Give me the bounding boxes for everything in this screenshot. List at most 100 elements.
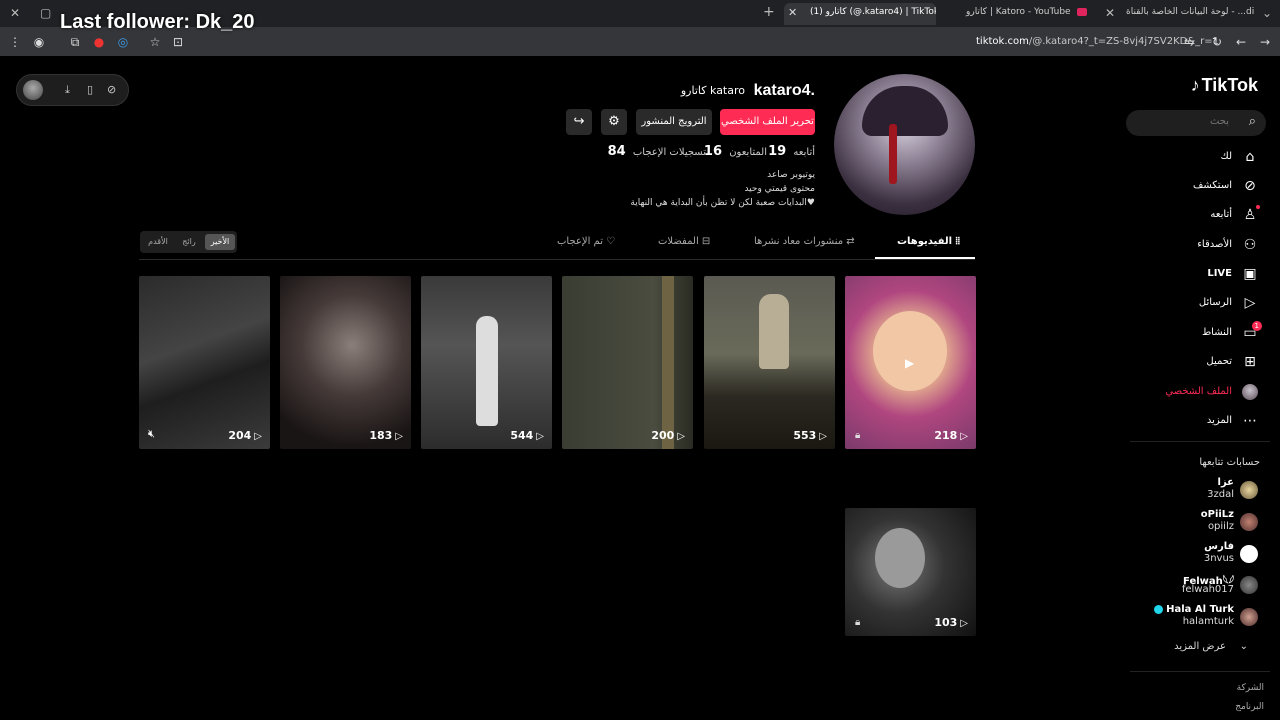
- activity-icon: ▭ 1: [1240, 321, 1262, 343]
- stat-likes: تسجيلات الإعجاب 84: [607, 144, 706, 159]
- tab-tiktok[interactable]: ✕ (1) كاتارو (@.kataro4) | TikTok: [784, 3, 936, 25]
- profile-picture[interactable]: [834, 74, 975, 215]
- sort-popular[interactable]: رائج: [174, 234, 204, 250]
- video-thumbnail[interactable]: 200 ▷: [562, 276, 693, 449]
- sidebar-item-profile[interactable]: الملف الشخصي: [1130, 381, 1260, 405]
- close-tab-icon[interactable]: ✕: [1105, 6, 1115, 20]
- lock-icon: 🔒︎: [855, 430, 861, 441]
- stream-overlay-text: Last follower: Dk_20: [60, 11, 255, 33]
- play-count-icon: ▷: [395, 431, 403, 442]
- divider: [139, 259, 975, 260]
- followed-account[interactable]: oPiiLz opiilz: [1140, 509, 1260, 537]
- search-placeholder: بحث: [1209, 116, 1229, 127]
- tab-liked[interactable]: تم الإعجاب ♡: [557, 236, 615, 247]
- tab-videos[interactable]: الفيديوهات ⦙⦙: [897, 236, 960, 247]
- divider: [1130, 441, 1270, 442]
- reload-icon[interactable]: ↻: [1210, 35, 1224, 49]
- video-thumbnail[interactable]: 🔇︎ 204 ▷: [139, 276, 270, 449]
- sidebar-item-following[interactable]: أتابعه ♙: [1130, 204, 1260, 228]
- chevron-down-icon: ⌄: [1239, 641, 1248, 652]
- live-icon: ▣: [1243, 266, 1257, 282]
- sidebar-item-upload[interactable]: تحميل ⊞: [1130, 351, 1260, 375]
- sidebar-item-foryou[interactable]: لك ⌂: [1130, 146, 1260, 170]
- avatar[interactable]: [23, 80, 43, 100]
- video-thumbnail[interactable]: 544 ▷: [421, 276, 552, 449]
- record-icon[interactable]: ●: [92, 35, 106, 49]
- search-input[interactable]: بحث ⌕: [1126, 110, 1266, 136]
- extension-icon[interactable]: ◉: [32, 35, 46, 49]
- tab-search-icon[interactable]: ⌄: [1262, 6, 1272, 20]
- tab-title: (1) كاتارو (@.kataro4) | TikTok: [810, 7, 936, 17]
- video-thumbnail[interactable]: ▶ 🔒︎ 218 ▷: [845, 276, 976, 449]
- compass-icon[interactable]: ⊘: [107, 83, 116, 96]
- tab-title: لوحة البيانات الخاصة بالقناة - ...dio: [1126, 7, 1254, 17]
- compass-icon: ⊘: [1244, 178, 1256, 194]
- sidebar-item-explore[interactable]: استكشف ⊘: [1130, 175, 1260, 199]
- close-tab-icon[interactable]: ✕: [788, 6, 797, 19]
- new-tab-icon[interactable]: +: [763, 4, 775, 20]
- broadcast-icon[interactable]: ◎: [116, 35, 130, 49]
- messages-icon: ▷: [1244, 295, 1256, 311]
- download-icon[interactable]: ⤓: [65, 83, 70, 97]
- sidebar-item-activity[interactable]: النشاط ▭ 1: [1130, 321, 1262, 346]
- sidebar-item-live[interactable]: LIVE ▣: [1130, 263, 1260, 287]
- window-icon[interactable]: ▢: [40, 6, 51, 20]
- play-count-icon: ▷: [677, 431, 685, 442]
- tab-youtube[interactable]: كاتارو | Katoro - YouTube: [942, 3, 1102, 25]
- following-icon: ♙: [1240, 205, 1260, 225]
- sidebar-item-friends[interactable]: الأصدقاء ⚇: [1130, 234, 1260, 258]
- video-thumbnail[interactable]: 183 ▷: [280, 276, 411, 449]
- heart-icon: ♡: [606, 236, 616, 247]
- phone-icon[interactable]: ▯: [87, 83, 93, 96]
- video-thumbnail[interactable]: 553 ▷: [704, 276, 835, 449]
- search-icon[interactable]: ⌕: [1249, 114, 1256, 129]
- promote-post-button[interactable]: الترويج المنشور: [636, 109, 712, 135]
- tiktok-note-icon: ♪: [1190, 75, 1200, 95]
- profile-username: kataro4.: [753, 82, 815, 99]
- sort-oldest[interactable]: الأقدم: [143, 234, 173, 250]
- play-count-icon: ▷: [960, 618, 968, 629]
- more-icon: ⋯: [1243, 413, 1257, 429]
- stat-following[interactable]: أتابعه 19: [768, 144, 815, 159]
- close-window-icon[interactable]: ✕: [10, 6, 20, 20]
- footer-link-company[interactable]: الشركة: [1237, 683, 1264, 693]
- avatar: [1240, 545, 1258, 563]
- tab-reposts[interactable]: منشورات معاد نشرها ⇄: [754, 236, 855, 247]
- settings-button[interactable]: ⚙: [601, 109, 627, 135]
- followed-account[interactable]: فارس 3nvus: [1140, 541, 1260, 569]
- gear-icon: ⚙: [608, 114, 620, 129]
- play-icon: ▶: [905, 356, 915, 370]
- share-icon: ↪: [573, 114, 585, 129]
- repost-icon: ⇄: [846, 236, 855, 247]
- verified-icon: [1154, 604, 1164, 614]
- avatar: [1240, 481, 1258, 499]
- tab-studio[interactable]: لوحة البيانات الخاصة بالقناة - ...dio: [1118, 3, 1254, 25]
- followed-account[interactable]: عزا 3zdal: [1140, 477, 1260, 505]
- site-settings-icon[interactable]: ⇋: [1182, 35, 1196, 49]
- following-accounts-title: حسابات تتابعها: [1199, 457, 1260, 468]
- sort-toggle: الأقدم رائج الأخير: [140, 231, 237, 253]
- tiktok-logo[interactable]: ♪ TikTok: [1191, 75, 1258, 96]
- home-icon: ⌂: [1245, 149, 1255, 165]
- back-icon[interactable]: →: [1258, 35, 1272, 49]
- forward-icon[interactable]: ←: [1234, 35, 1248, 49]
- edit-profile-button[interactable]: تحرير الملف الشخصي: [720, 109, 815, 135]
- followed-account[interactable]: Felwah𓆩𓆪 felwah017: [1140, 572, 1260, 600]
- share-button[interactable]: ↪: [566, 109, 592, 135]
- star-icon[interactable]: ☆: [148, 35, 162, 49]
- followed-account[interactable]: Hala Al Turk halamturk: [1140, 604, 1260, 632]
- sidebar-item-more[interactable]: المزيد ⋯: [1130, 410, 1260, 434]
- sort-latest[interactable]: الأخير: [205, 234, 235, 250]
- footer-link-program[interactable]: البرنامج: [1235, 702, 1264, 712]
- stat-followers[interactable]: المتابعون 16: [704, 144, 767, 159]
- avatar: [1240, 513, 1258, 531]
- video-thumbnail[interactable]: 🔒︎ 103 ▷: [845, 508, 976, 636]
- tab-favorites[interactable]: المفضلات ⊟: [658, 236, 710, 247]
- divider: [1130, 671, 1270, 672]
- mute-icon[interactable]: 🔇︎: [148, 427, 155, 441]
- screenshot-icon[interactable]: ⊡: [171, 35, 185, 49]
- youtube-icon: [1077, 7, 1088, 16]
- puzzle-icon[interactable]: ⧉: [68, 35, 82, 49]
- sidebar-item-messages[interactable]: الرسائل ▷: [1130, 292, 1260, 316]
- menu-icon[interactable]: ⋮: [8, 35, 22, 49]
